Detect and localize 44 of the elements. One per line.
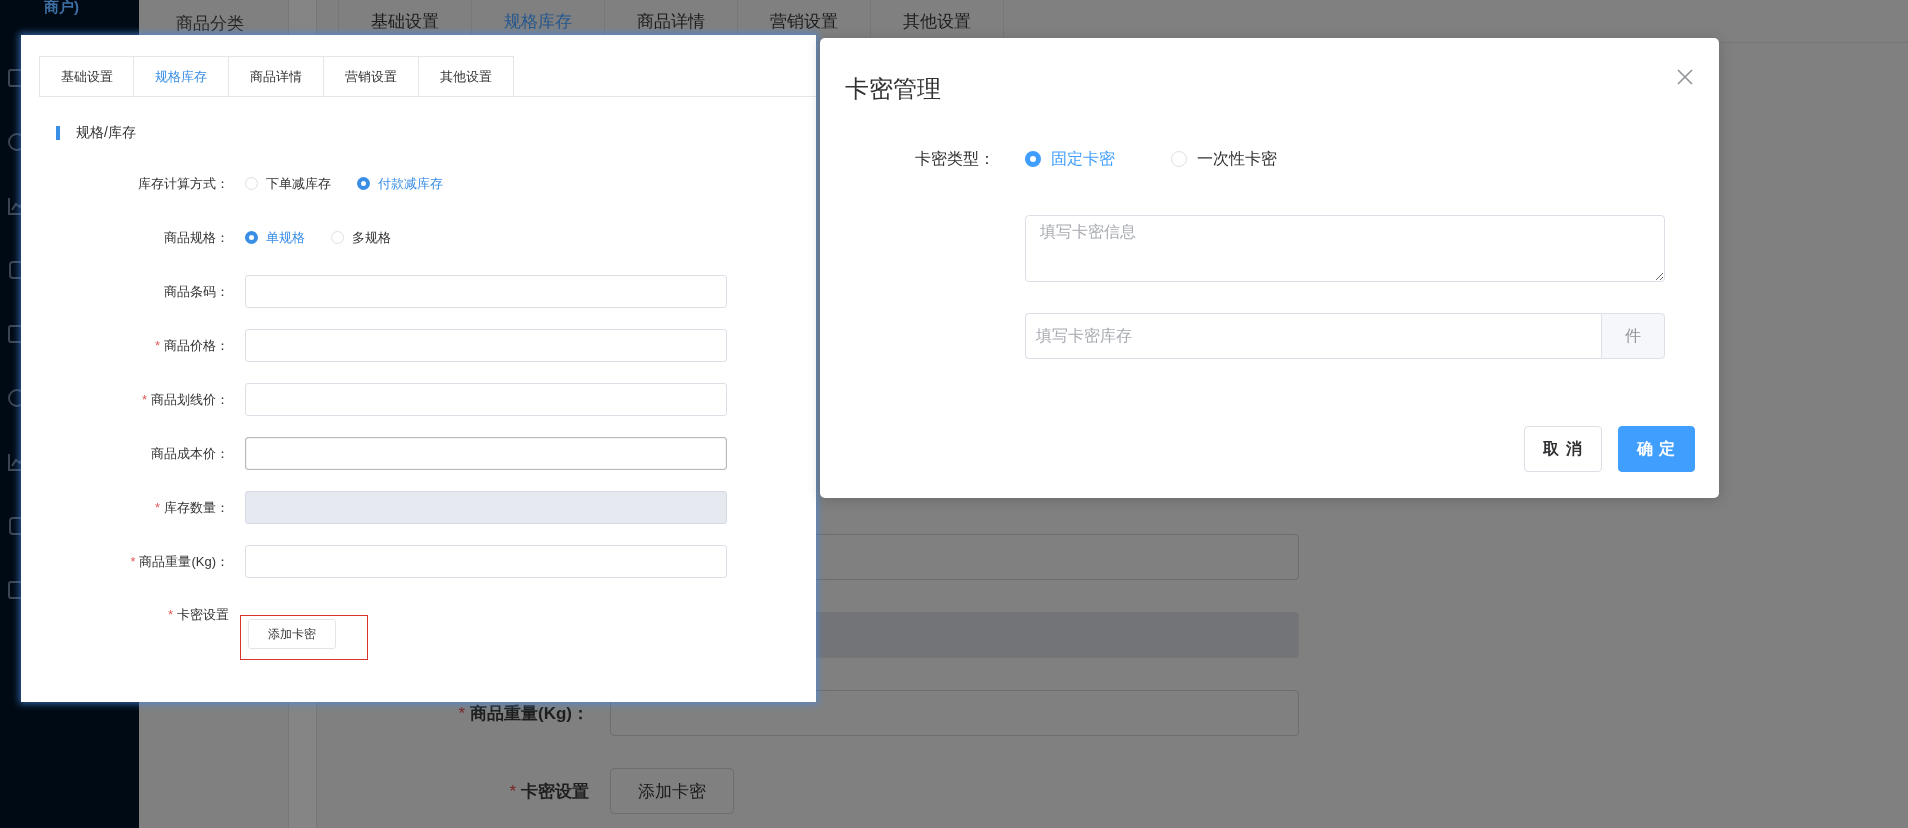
field-label: 商品重量(Kg)： [139, 553, 229, 569]
required-mark: * [130, 553, 136, 569]
add-button[interactable]: 添加卡密 [610, 768, 734, 814]
field-label: 商品条码： [164, 283, 229, 299]
field-label: 卡密设置 [521, 781, 589, 801]
required-mark: * [509, 781, 516, 801]
section-marker [56, 126, 60, 140]
close-button[interactable] [1677, 69, 1693, 85]
field-label: 商品规格： [164, 229, 229, 245]
radio-option[interactable]: 固定卡密 [1025, 148, 1115, 170]
text-area[interactable]: 填写卡密信息 [1025, 215, 1665, 282]
field-label: 卡密设置 [177, 607, 229, 622]
required-mark: * [154, 337, 160, 353]
tab[interactable]: 基础设置 [39, 56, 134, 96]
dialog-title: 卡密管理 [845, 74, 941, 104]
field-label: 商品重量(Kg)： [470, 703, 589, 723]
text-field[interactable] [245, 437, 727, 470]
tab[interactable]: 营销设置 [324, 56, 419, 96]
unit-suffix: 件 [1601, 313, 1665, 359]
add-button[interactable]: 添加卡密 [248, 619, 336, 649]
required-mark: * [458, 703, 465, 723]
tab[interactable]: 规格库存 [134, 56, 229, 96]
radio-option[interactable]: 下单减库存 [245, 174, 331, 193]
radio-option[interactable]: 多规格 [331, 228, 391, 247]
field-label: 商品划线价： [151, 391, 229, 407]
radio-option[interactable]: 单规格 [245, 228, 305, 247]
field-label: 库存数量： [164, 499, 229, 515]
tab[interactable]: 商品详情 [229, 56, 324, 96]
section-title: 规格/库存 [76, 124, 136, 142]
required-mark: * [154, 499, 160, 515]
field-label: 商品成本价： [151, 445, 229, 461]
required-mark: * [167, 607, 173, 622]
required-mark: * [141, 391, 147, 407]
tab[interactable]: 其他设置 [419, 56, 514, 96]
close-icon [1677, 69, 1693, 85]
cancel-button[interactable]: 取 消 [1524, 426, 1602, 472]
text-field[interactable] [610, 690, 1299, 736]
field-label: 库存计算方式： [138, 175, 229, 191]
field-label: 商品价格： [164, 337, 229, 353]
confirm-button[interactable]: 确 定 [1617, 426, 1695, 472]
radio-option[interactable]: 一次性卡密 [1171, 148, 1277, 170]
field-label: 卡密类型： [915, 150, 995, 167]
menu-item[interactable]: 商品分类 [176, 12, 244, 35]
radio-option[interactable]: 付款减库存 [357, 174, 443, 193]
